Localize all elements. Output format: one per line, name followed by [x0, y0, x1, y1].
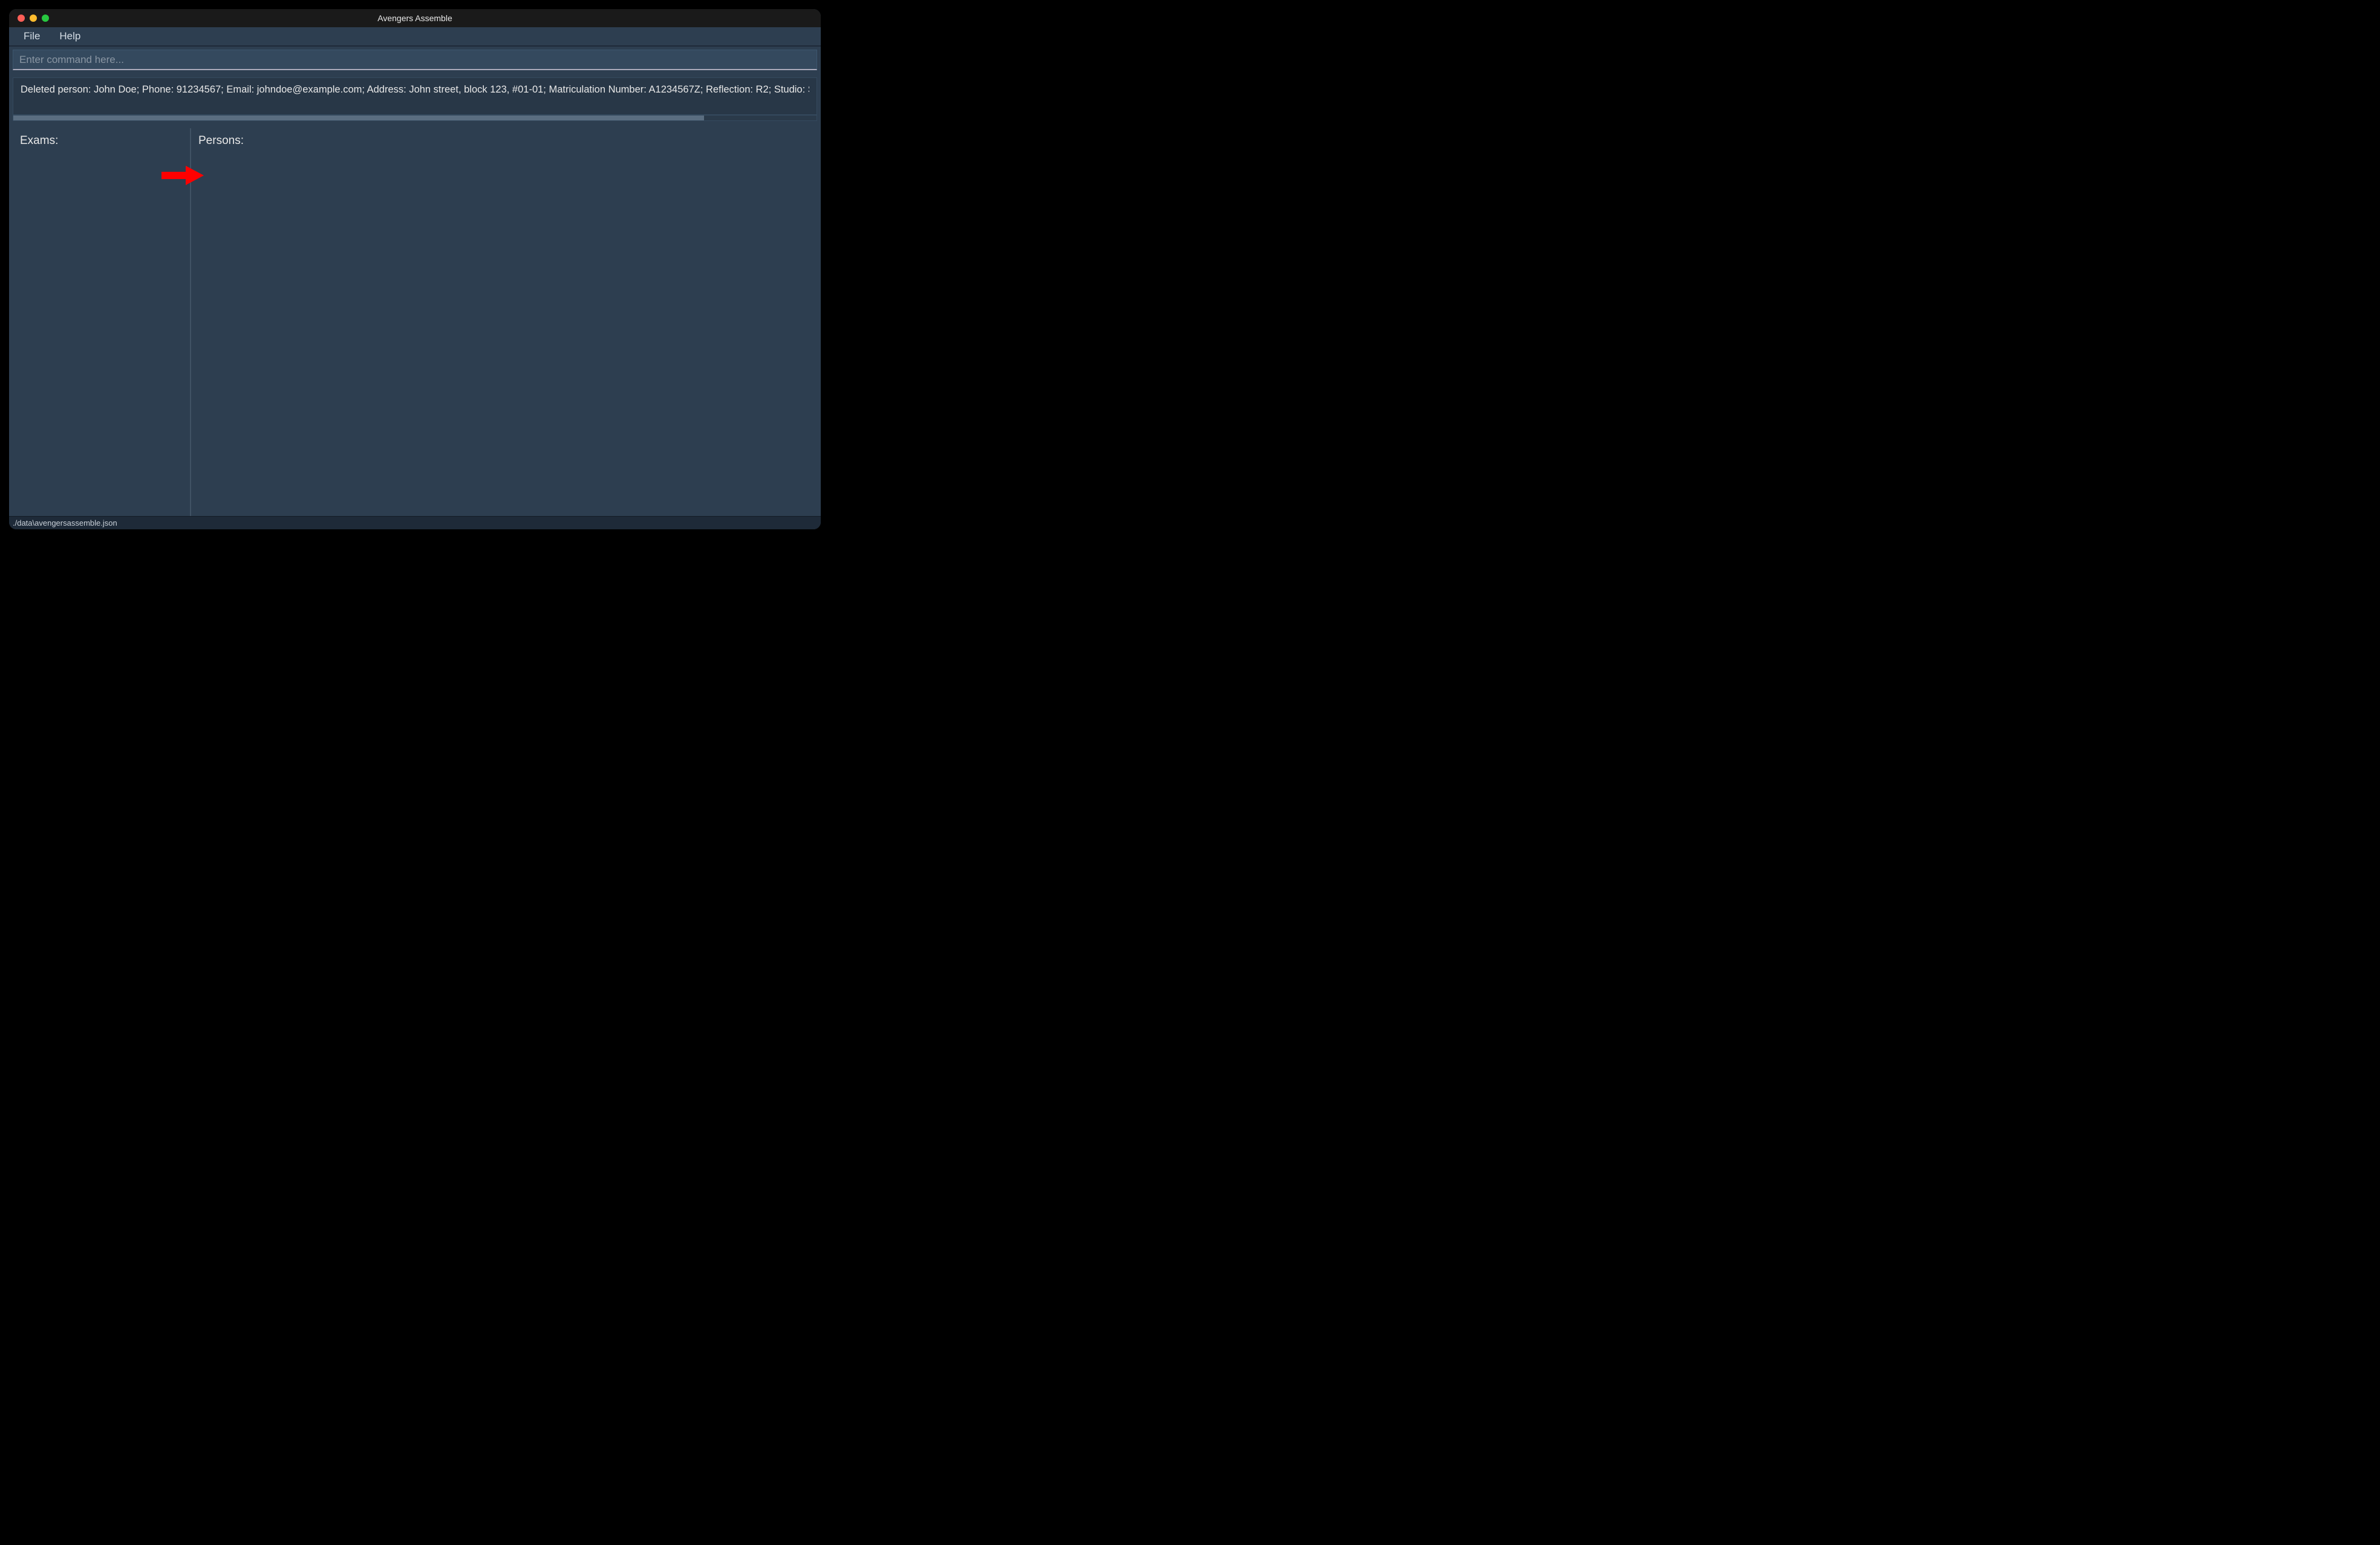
command-input[interactable]	[13, 50, 817, 70]
titlebar: Avengers Assemble	[9, 9, 821, 27]
window-title: Avengers Assemble	[9, 13, 821, 23]
exams-panel-header: Exams:	[20, 134, 183, 148]
statusbar-path: ./data\avengersassemble.json	[13, 518, 117, 528]
persons-panel: Persons:	[191, 128, 817, 516]
result-area: Deleted person: John Doe; Phone: 9123456…	[13, 77, 817, 121]
minimize-icon[interactable]	[30, 15, 37, 22]
menu-help[interactable]: Help	[51, 28, 89, 45]
close-icon[interactable]	[18, 15, 25, 22]
persons-panel-header: Persons:	[198, 134, 810, 148]
menu-file[interactable]: File	[15, 28, 48, 45]
result-scrollbar[interactable]	[13, 115, 817, 121]
result-text: Deleted person: John Doe; Phone: 9123456…	[21, 84, 809, 96]
result-box: Deleted person: John Doe; Phone: 9123456…	[13, 77, 817, 115]
result-scrollbar-thumb[interactable]	[13, 116, 704, 120]
content-area: Exams: Persons:	[13, 128, 817, 516]
exams-panel: Exams:	[13, 128, 191, 516]
app-window: Avengers Assemble File Help Deleted pers…	[9, 9, 821, 529]
command-area	[9, 47, 821, 70]
menubar: File Help	[9, 27, 821, 47]
maximize-icon[interactable]	[42, 15, 49, 22]
traffic-lights	[9, 15, 49, 22]
statusbar: ./data\avengersassemble.json	[9, 516, 821, 529]
